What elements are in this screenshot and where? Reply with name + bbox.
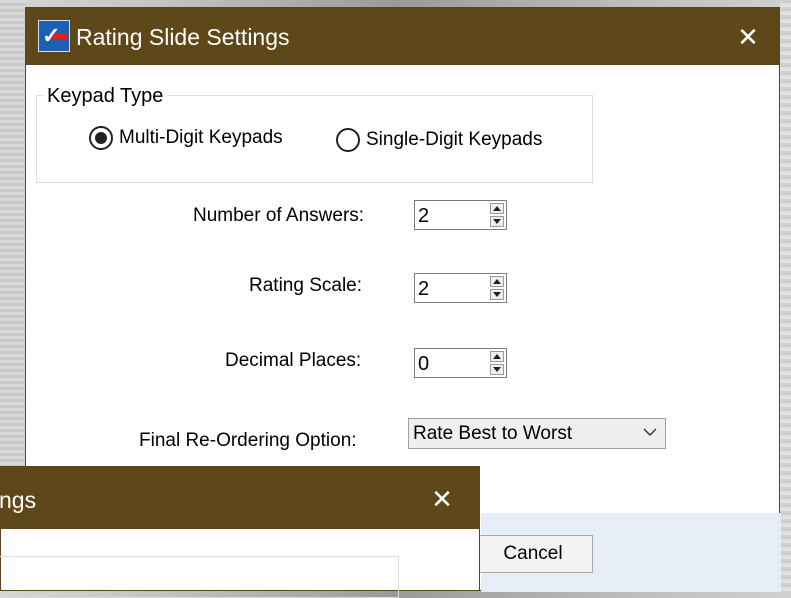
spin-down-icon[interactable]: [490, 289, 504, 300]
content-box: [0, 556, 399, 598]
title-bar[interactable]: ngs ✕: [0, 467, 479, 529]
decimal-places-input[interactable]: 0: [414, 348, 507, 378]
cancel-button[interactable]: Cancel: [473, 535, 593, 573]
spin-down-icon[interactable]: [490, 364, 504, 375]
dialog-title: ngs: [0, 487, 37, 513]
number-of-answers-label: Number of Answers:: [193, 205, 365, 226]
rating-scale-label: Rating Scale:: [249, 275, 363, 296]
final-reordering-select[interactable]: Rate Best to Worst: [408, 418, 666, 449]
title-bar[interactable]: ✓ Rating Slide Settings ✕: [26, 8, 779, 65]
overlapping-settings-dialog: ngs ✕: [0, 466, 480, 598]
radio-single-digit[interactable]: Single-Digit Keypads: [336, 127, 542, 153]
background-right: [780, 0, 791, 591]
close-icon[interactable]: ✕: [427, 484, 457, 514]
radio-unchecked-icon: [336, 128, 360, 152]
radio-multi-digit-label: Multi-Digit Keypads: [119, 127, 283, 148]
spin-up-icon[interactable]: [490, 351, 504, 362]
spin-up-icon[interactable]: [490, 203, 504, 214]
final-reordering-label: Final Re-Ordering Option:: [139, 430, 357, 451]
spin-down-icon[interactable]: [490, 216, 504, 227]
radio-multi-digit[interactable]: Multi-Digit Keypads: [89, 125, 283, 151]
close-icon[interactable]: ✕: [733, 22, 763, 52]
number-of-answers-value: 2: [418, 205, 430, 227]
decimal-places-label: Decimal Places:: [225, 350, 362, 371]
dialog-title: Rating Slide Settings: [76, 24, 290, 50]
radio-single-digit-label: Single-Digit Keypads: [366, 129, 543, 150]
radio-checked-icon: [89, 126, 113, 150]
rating-scale-value: 2: [418, 278, 430, 300]
chevron-down-icon: [643, 428, 657, 436]
number-of-answers-input[interactable]: 2: [414, 200, 507, 230]
app-logo-icon: ✓: [38, 20, 70, 52]
final-reordering-value: Rate Best to Worst: [413, 423, 573, 444]
decimal-places-value: 0: [418, 353, 430, 375]
keypad-type-legend: Keypad Type: [43, 84, 168, 108]
spin-up-icon[interactable]: [490, 276, 504, 287]
rating-scale-input[interactable]: 2: [414, 273, 507, 303]
